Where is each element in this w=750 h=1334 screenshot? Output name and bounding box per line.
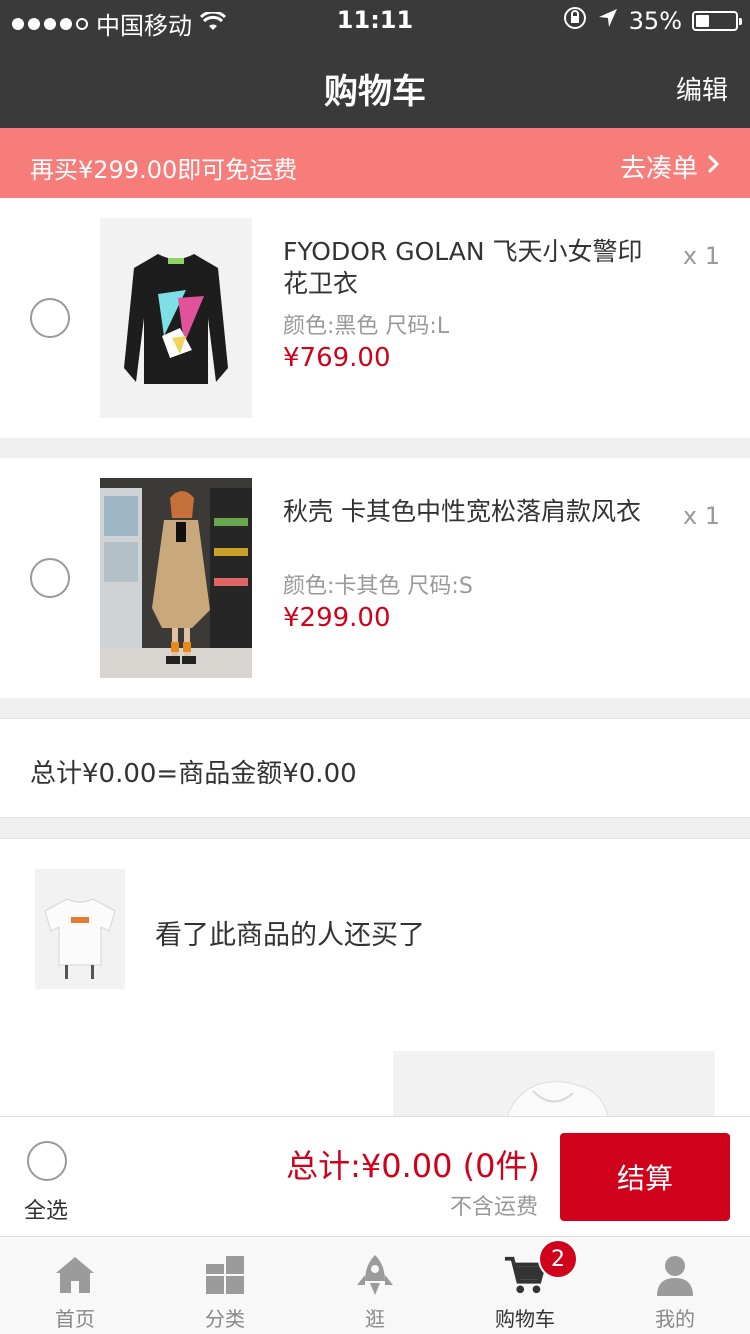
recommendation-title: 看了此商品的人还买了 — [155, 920, 425, 951]
nav-bar: 购物车 编辑 — [0, 40, 750, 128]
cart-count-badge: 2 — [538, 1239, 578, 1279]
item-checkbox[interactable] — [30, 298, 70, 338]
tab-explore[interactable]: 逛 — [300, 1237, 450, 1334]
tab-cart[interactable]: 购物车 2 — [450, 1237, 600, 1334]
status-right: 35% — [563, 6, 742, 36]
rocket-icon — [353, 1253, 397, 1297]
product-price: ¥299.00 — [283, 603, 391, 633]
tab-label: 首页 — [55, 1307, 95, 1331]
cart-item: 秋壳 卡其色中性宽松落肩款风衣 颜色:卡其色 尺码:S ¥299.00 x 1 — [0, 458, 750, 698]
profile-icon — [653, 1253, 697, 1297]
battery-percent: 35% — [628, 7, 682, 35]
add-on-link[interactable]: 去凑单 — [620, 148, 720, 185]
checkout-total: 总计:¥0.00 (0件) — [286, 1147, 540, 1185]
product-quantity: x 1 — [682, 242, 720, 270]
status-bar: 中国移动 11:11 35% — [0, 0, 750, 40]
free-shipping-banner: 再买¥299.00即可免运费 去凑单 — [0, 128, 750, 198]
shipping-note: 不含运费 — [449, 1195, 538, 1220]
edit-button[interactable]: 编辑 — [676, 70, 728, 107]
product-name[interactable]: FYODOR GOLAN 飞天小女警印花卫衣 — [283, 236, 643, 300]
tab-label: 购物车 — [495, 1307, 555, 1331]
recommendation-section: 看了此商品的人还买了 — [0, 838, 750, 1131]
add-on-label: 去凑单 — [619, 154, 698, 184]
location-icon — [597, 7, 619, 35]
checkout-button[interactable]: 结算 — [560, 1133, 730, 1221]
page-title: 购物车 — [324, 72, 426, 112]
category-icon — [203, 1253, 247, 1297]
recommended-product-thumb[interactable] — [35, 869, 125, 989]
product-spec: 颜色:卡其色 尺码:S — [283, 574, 473, 599]
product-price: ¥769.00 — [283, 343, 391, 373]
cart-item: FYODOR GOLAN 飞天小女警印花卫衣 颜色:黑色 尺码:L ¥769.0… — [0, 198, 750, 438]
product-image-trench-coat[interactable] — [100, 478, 252, 678]
product-image-sweatshirt[interactable] — [100, 218, 252, 418]
tab-home[interactable]: 首页 — [0, 1237, 150, 1334]
battery-icon — [692, 11, 742, 31]
select-all-checkbox[interactable] — [27, 1141, 67, 1181]
tab-label: 逛 — [365, 1307, 385, 1331]
home-icon — [53, 1253, 97, 1297]
tab-profile[interactable]: 我的 — [600, 1237, 750, 1334]
tab-label: 分类 — [205, 1307, 245, 1331]
order-summary: 总计¥0.00=商品金额¥0.00 — [0, 718, 750, 818]
orientation-lock-icon — [563, 6, 587, 36]
product-name[interactable]: 秋壳 卡其色中性宽松落肩款风衣 — [283, 496, 643, 528]
promo-message: 再买¥299.00即可免运费 — [30, 156, 298, 184]
tab-label: 我的 — [655, 1307, 695, 1331]
tab-bar: 首页 分类 逛 购物车 2 我的 — [0, 1236, 750, 1334]
product-quantity: x 1 — [682, 502, 720, 530]
chevron-right-icon — [706, 152, 720, 182]
select-all-label[interactable]: 全选 — [24, 1193, 68, 1225]
item-checkbox[interactable] — [30, 558, 70, 598]
tab-category[interactable]: 分类 — [150, 1237, 300, 1334]
checkout-bar: 全选 总计:¥0.00 (0件) 不含运费 结算 — [0, 1116, 750, 1236]
product-spec: 颜色:黑色 尺码:L — [283, 314, 450, 339]
summary-text: 总计¥0.00=商品金额¥0.00 — [30, 759, 357, 789]
